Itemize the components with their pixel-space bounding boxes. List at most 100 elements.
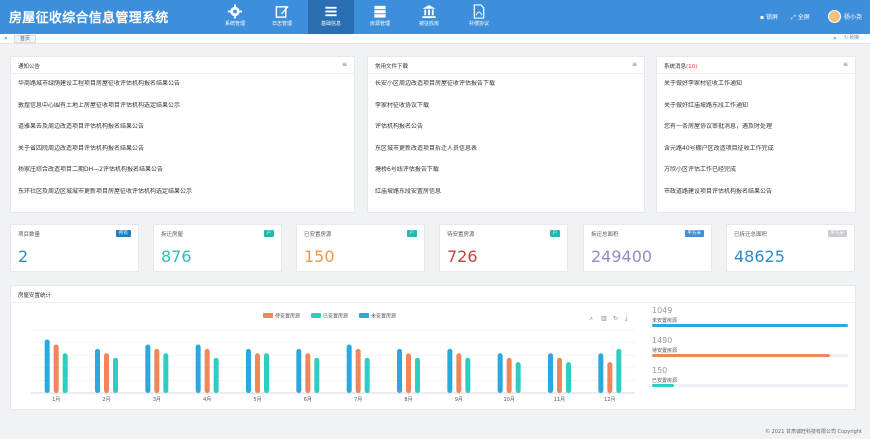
housing-statistics-panel: 房屋安置统计 1月 2月 3月 4月 5月 6月 7月 8月 9月 10月 11月 12月 待安置房源已… <box>10 285 856 410</box>
legend-swatch <box>311 313 321 318</box>
list-item[interactable]: 关于省四院周边改造项目评估机构报名结果公告 <box>18 145 347 167</box>
stat-value: 48625 <box>734 247 785 266</box>
footer-copyright: © 2021 甘肃诚旺科技有限公司 Copyright <box>765 429 862 435</box>
legend-label: 待安置房源 <box>275 313 300 320</box>
bar <box>515 362 521 393</box>
gear-icon <box>227 4 243 19</box>
list-item[interactable]: 红庙坡路东段安置房信息 <box>375 188 637 210</box>
list-item[interactable]: 含元路40号棚户区改造项目征收工作完成 <box>664 145 848 167</box>
bar <box>213 357 219 393</box>
bar <box>145 344 151 393</box>
bank-icon <box>422 4 436 19</box>
top-header: 房屋征收综合信息管理系统 系统管理 日志管理 基础信息 房源管理 被征收房 补偿… <box>0 0 870 34</box>
nav-basic-info[interactable]: 基础信息 <box>308 0 354 34</box>
nav-system-management[interactable]: 系统管理 <box>212 0 258 34</box>
panel-title: 常用文件下载 <box>375 64 409 70</box>
list-item[interactable]: 东区城市更新改造项目拆迁人员信息表 <box>375 145 637 167</box>
bar <box>598 353 604 393</box>
list-item[interactable]: 长安小区周边改造项目房屋征收评估报告下载 <box>375 80 637 102</box>
list-item[interactable]: 关于做好红庙坡路东段工作通知 <box>664 102 848 124</box>
panel-title-text: 系统消息 <box>664 64 687 70</box>
refresh-label: 刷新 <box>849 35 860 41</box>
bar <box>415 357 420 393</box>
x-tick-label: 12月 <box>604 397 615 403</box>
bar <box>113 357 118 393</box>
list-icon <box>325 6 337 17</box>
panel-title: 系统消息(10) <box>664 62 697 70</box>
list-item[interactable]: 道雅果去及周边改造项目评估机构报名结果公告 <box>18 123 347 145</box>
nav-label: 系统管理 <box>224 21 245 27</box>
stat-label: 待安置房源 <box>447 232 475 238</box>
menu-icon[interactable]: ≡ <box>843 61 848 68</box>
stat-badge: 所有 <box>116 230 131 237</box>
stat-card-project-count: 项目数量 所有 2 <box>10 224 139 272</box>
nav-compensation-agreement[interactable]: 补偿协议 <box>456 0 502 34</box>
nav-label: 日志管理 <box>271 21 292 27</box>
bar-chart: 1月 2月 3月 4月 5月 6月 7月 8月 9月 10月 11月 12月 待安置房源 已安置房源 未安置… <box>31 313 635 403</box>
progress-value: 1490 <box>652 336 673 345</box>
legend-swatch <box>263 313 273 318</box>
legend-label: 未安置房源 <box>371 313 396 320</box>
tab-scroll-right-icon[interactable]: » <box>833 34 837 43</box>
downloads-panel: 常用文件下载 ≡ 长安小区周边改造项目房屋征收评估报告下载 李家村征收协议下载 … <box>367 56 645 213</box>
list-item[interactable]: 评估机构报名公告 <box>375 123 637 145</box>
stat-value: 2 <box>18 247 29 266</box>
avatar[interactable] <box>828 10 841 23</box>
list-item[interactable]: 敦煌信息中心围有土地上房屋征收项目评估机构选定结果公示 <box>18 102 347 124</box>
fullscreen-icon: ⤢ <box>791 14 796 21</box>
progress-value: 150 <box>652 366 668 375</box>
menu-icon[interactable]: ≡ <box>632 61 637 68</box>
list-item[interactable]: 市政道路建设项目评估机构报名结果公告 <box>664 188 848 210</box>
bar <box>44 339 50 393</box>
line-chart-icon[interactable]: ⩘ <box>589 315 592 323</box>
stat-label: 已安置房源 <box>304 232 332 238</box>
progress-track <box>652 324 848 327</box>
tab-home[interactable]: 首页 <box>14 35 37 43</box>
nav-expropriated-houses[interactable]: 被征收房 <box>406 0 452 34</box>
bar <box>314 357 320 393</box>
x-tick-label: 7月 <box>354 397 362 403</box>
list-item[interactable]: 塘桥6号线评估报告下载 <box>375 166 637 188</box>
bar <box>506 357 512 393</box>
progress-value: 1049 <box>652 306 673 315</box>
stat-label: 拆迁房屋 <box>161 232 184 238</box>
list-item[interactable]: 关于做好李家村征收工作通知 <box>664 80 848 102</box>
progress-label: 待安置房源 <box>652 348 678 354</box>
bar <box>163 353 169 393</box>
divider <box>368 73 644 74</box>
tab-scroll-left-icon[interactable]: « <box>4 34 8 43</box>
restore-icon[interactable]: ↻ <box>613 315 618 322</box>
user-name[interactable]: 杨小尧 <box>844 12 862 21</box>
bar <box>616 348 622 393</box>
bar <box>497 353 503 393</box>
list-item[interactable]: 您有一条房屋协议审批消息，遇及时处理 <box>664 123 848 145</box>
stat-card-demolished-houses: 拆迁房屋 户 876 <box>153 224 282 272</box>
progress-fill <box>652 354 831 357</box>
bar <box>607 362 613 393</box>
list-item[interactable]: 李家村征收协议下载 <box>375 102 637 124</box>
bar <box>246 348 251 393</box>
fullscreen-button[interactable]: ⤢ 全屏 <box>791 12 810 22</box>
nav-housing-management[interactable]: 房源管理 <box>357 0 403 34</box>
list-item[interactable]: 杨家庄综合改造项目二期DH—2评估机构报名结果公告 <box>18 166 347 188</box>
refresh-button[interactable]: ↻ 刷新 <box>844 34 860 43</box>
x-tick-label: 9月 <box>455 397 463 403</box>
bar <box>195 344 201 393</box>
menu-icon[interactable]: ≡ <box>342 61 347 68</box>
download-icon[interactable]: ⤓ <box>625 315 628 323</box>
nav-log-management[interactable]: 日志管理 <box>259 0 305 34</box>
refresh-icon: ↻ <box>844 35 849 41</box>
list-item[interactable]: 华商路城市绿荫建设工程项目房屋征收评估机构报名结果公告 <box>18 80 347 102</box>
x-tick-label: 1月 <box>52 397 60 403</box>
bar <box>255 353 260 393</box>
progress-label: 已安置房源 <box>652 378 678 384</box>
bar-chart-icon[interactable]: ▥ <box>601 315 607 322</box>
lock-screen-button[interactable]: ▪ 锁屏 <box>760 12 778 21</box>
message-count-badge: (10) <box>686 64 698 70</box>
progress-fill <box>652 384 674 387</box>
bar <box>296 348 302 393</box>
x-tick-label: 3月 <box>153 397 161 403</box>
list-item[interactable]: 方欣小区评估工作已经完成 <box>664 166 848 188</box>
stat-card-demolished-area: 已拆迁总面积 平方米 48625 <box>726 224 855 272</box>
list-item[interactable]: 东环社区及周边区城城市更新项目房屋征收评估机构选定结果公示 <box>18 188 347 210</box>
